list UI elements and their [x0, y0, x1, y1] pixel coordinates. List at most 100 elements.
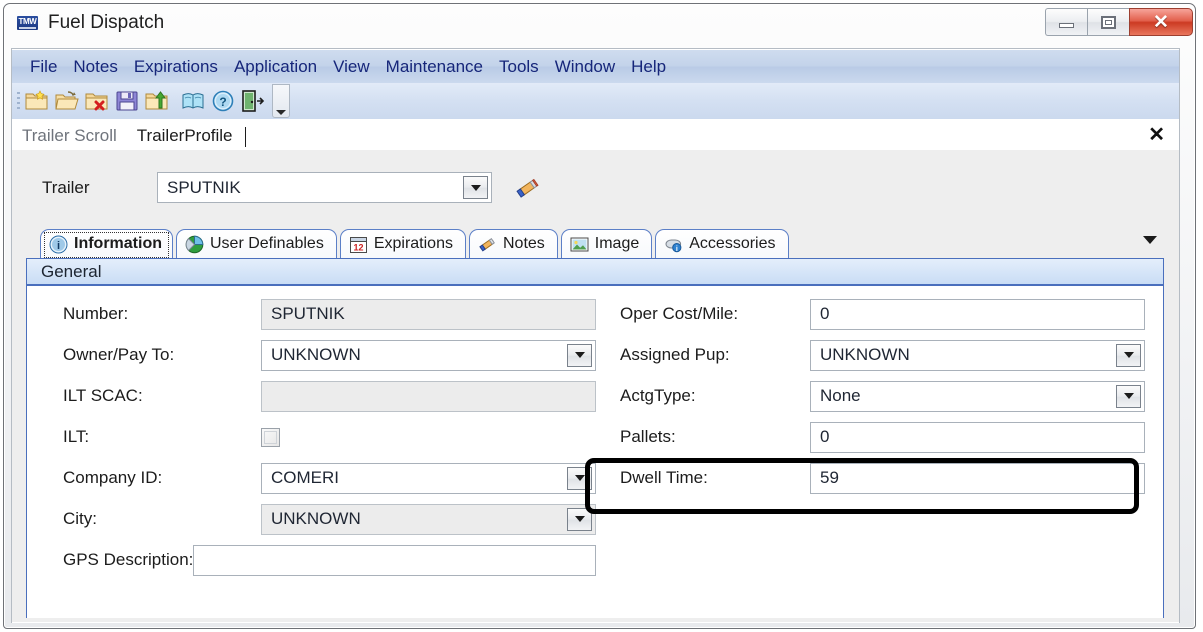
svg-text:12: 12 — [353, 242, 363, 252]
form-row: ILT SCAC: — [63, 380, 596, 412]
menu-item-tools[interactable]: Tools — [491, 55, 547, 79]
export-folder-icon[interactable] — [142, 86, 172, 116]
trailer-combo[interactable]: SPUTNIK — [157, 172, 492, 203]
calendar-icon: 12 — [349, 235, 368, 254]
ownerpay-to-combo[interactable]: UNKNOWN — [261, 340, 596, 371]
field-label: GPS Description: — [63, 550, 193, 570]
chevron-down-icon — [1124, 393, 1134, 399]
inner-tab-strip: i Information User Definables 12 Expirations… — [40, 226, 792, 258]
general-group-title: General — [41, 262, 101, 282]
exit-door-icon[interactable] — [238, 86, 268, 116]
company-id-combo[interactable]: COMERI — [261, 463, 596, 494]
company-id-combo-value: COMERI — [262, 468, 339, 488]
form-row: Oper Cost/Mile:0 — [620, 298, 1145, 330]
field-label: Owner/Pay To: — [63, 345, 261, 365]
application-window: TMW Fuel Dispatch ✕ FileNotesExpirations… — [0, 0, 1203, 632]
svg-text:i: i — [57, 240, 60, 252]
oper-costmile-input[interactable]: 0 — [810, 299, 1145, 330]
trailer-label: Trailer — [42, 178, 157, 198]
inner-tab-image[interactable]: Image — [561, 229, 652, 258]
form-row: GPS Description: — [63, 544, 596, 576]
gps-description-input[interactable] — [193, 545, 596, 576]
menu-item-notes[interactable]: Notes — [65, 55, 125, 79]
new-folder-icon[interactable] — [22, 86, 52, 116]
minimize-button[interactable] — [1045, 8, 1087, 36]
help-icon[interactable]: ? — [208, 86, 238, 116]
pie-chart-icon — [185, 235, 204, 254]
general-form: Number:SPUTNIKOwner/Pay To:UNKNOWNILT SC… — [27, 286, 1163, 296]
toolbar-grip[interactable] — [15, 90, 22, 112]
field-label: Dwell Time: — [620, 468, 810, 488]
field-label: City: — [63, 509, 261, 529]
company-id-combo-arrow[interactable] — [567, 467, 592, 490]
city-combo-value: UNKNOWN — [262, 509, 361, 529]
general-group-header: General — [27, 259, 1163, 286]
inner-tab-label: Notes — [503, 235, 545, 253]
actgtype-combo[interactable]: None — [810, 381, 1145, 412]
assigned-pup-combo-arrow[interactable] — [1116, 344, 1141, 367]
chevron-down-icon — [575, 475, 585, 481]
menu-item-maintenance[interactable]: Maintenance — [378, 55, 491, 79]
field-label: Number: — [63, 304, 261, 324]
form-row: ILT: — [63, 421, 596, 453]
close-window-button[interactable]: ✕ — [1129, 8, 1193, 36]
save-icon[interactable] — [112, 86, 142, 116]
accessory-icon: i — [664, 235, 683, 254]
open-folder-icon[interactable] — [52, 86, 82, 116]
menu-item-expirations[interactable]: Expirations — [126, 55, 226, 79]
document-tab-caret — [245, 127, 246, 147]
edit-trailer-pencil-icon[interactable] — [512, 173, 542, 203]
field-label: Oper Cost/Mile: — [620, 304, 810, 324]
document-tab-strip: Trailer ScrollTrailerProfile ✕ — [12, 120, 1179, 151]
assigned-pup-combo[interactable]: UNKNOWN — [810, 340, 1145, 371]
menu-item-view[interactable]: View — [325, 55, 378, 79]
document-tab-trailerprofile[interactable]: TrailerProfile — [127, 123, 243, 150]
inner-tab-accessories[interactable]: iAccessories — [655, 229, 788, 258]
form-row: Pallets:0 — [620, 421, 1145, 453]
trailer-combo-value: SPUTNIK — [158, 178, 241, 198]
inner-tabs-overflow-button[interactable] — [1143, 236, 1157, 244]
chevron-down-icon — [575, 516, 585, 522]
menu-bar: FileNotesExpirationsApplicationViewMaint… — [11, 50, 1180, 83]
trailer-selector-row: Trailer SPUTNIK — [42, 172, 542, 203]
inner-tab-notes[interactable]: Notes — [469, 229, 558, 258]
inner-tab-label: Information — [74, 235, 162, 253]
field-label: ILT SCAC: — [63, 386, 261, 406]
pallets-input[interactable]: 0 — [810, 422, 1145, 453]
inner-tab-user-definables[interactable]: User Definables — [176, 229, 337, 258]
inner-tab-label: Expirations — [374, 235, 453, 253]
document-tab-trailer-scroll[interactable]: Trailer Scroll — [12, 123, 127, 150]
form-row: Assigned Pup:UNKNOWN — [620, 339, 1145, 371]
field-label: Pallets: — [620, 427, 810, 447]
field-label: Company ID: — [63, 468, 261, 488]
maximize-button[interactable] — [1087, 8, 1129, 36]
ilt-checkbox[interactable] — [261, 428, 280, 447]
svg-text:?: ? — [219, 95, 226, 109]
book-icon[interactable] — [178, 86, 208, 116]
menu-item-application[interactable]: Application — [226, 55, 325, 79]
app-logo-icon: TMW — [17, 16, 38, 30]
menu-item-window[interactable]: Window — [547, 55, 623, 79]
city-combo[interactable]: UNKNOWN — [261, 504, 596, 535]
close-document-button[interactable]: ✕ — [1148, 125, 1165, 145]
ownerpay-to-combo-value: UNKNOWN — [262, 345, 361, 365]
trailer-combo-arrow[interactable] — [463, 176, 488, 199]
form-row: Owner/Pay To:UNKNOWN — [63, 339, 596, 371]
field-label: ActgType: — [620, 386, 810, 406]
delete-folder-icon[interactable] — [82, 86, 112, 116]
actgtype-combo-arrow[interactable] — [1116, 385, 1141, 408]
chevron-down-icon — [1124, 352, 1134, 358]
form-row: Dwell Time:59 — [620, 462, 1145, 494]
menu-item-file[interactable]: File — [22, 55, 65, 79]
inner-tab-expirations[interactable]: 12 Expirations — [340, 229, 466, 258]
body-panel: Trailer SPUTNIK i Information — [12, 150, 1179, 622]
dwell-time-input[interactable]: 59 — [810, 463, 1145, 494]
window-controls: ✕ — [1045, 8, 1193, 36]
inner-tab-label: User Definables — [210, 235, 324, 253]
menu-item-help[interactable]: Help — [623, 55, 674, 79]
ownerpay-to-combo-arrow[interactable] — [567, 344, 592, 367]
city-combo-arrow[interactable] — [567, 508, 592, 531]
toolbar-overflow-button[interactable] — [272, 84, 290, 118]
inner-tab-information[interactable]: i Information — [40, 229, 173, 258]
inner-tab-label: Image — [595, 235, 639, 253]
